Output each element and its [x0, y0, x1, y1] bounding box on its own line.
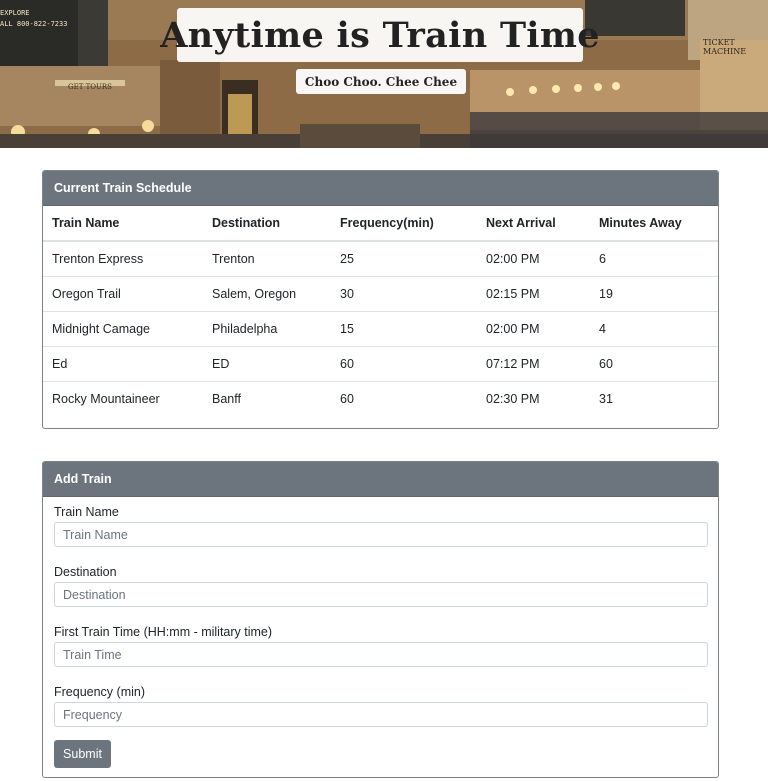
first-train-time-label: First Train Time (HH:mm - military time) — [54, 625, 273, 639]
train-name-input[interactable] — [54, 522, 708, 547]
add-train-form: Train Name Destination First Train Time … — [43, 502, 718, 727]
cell-train-name: Ed — [43, 345, 203, 381]
cell-frequency: 25 — [331, 240, 477, 276]
cell-destination: Philadelpha — [203, 310, 331, 346]
column-header-next-arrival: Next Arrival — [477, 206, 590, 242]
submit-button[interactable]: Submit — [54, 740, 111, 768]
cell-destination: Banff — [203, 380, 331, 416]
column-header-train-name: Train Name — [43, 206, 203, 242]
subtitle-box: Choo Choo. Chee Chee — [296, 69, 466, 94]
cell-train-name: Midnight Camage — [43, 310, 203, 346]
cell-minutes-away: 19 — [590, 275, 718, 311]
frequency-input[interactable] — [54, 702, 708, 727]
cell-frequency: 15 — [331, 310, 477, 346]
cell-next-arrival: 02:30 PM — [477, 380, 590, 416]
cell-next-arrival: 02:00 PM — [477, 310, 590, 346]
title-box: Anytime is Train Time — [160, 8, 599, 62]
cell-next-arrival: 07:12 PM — [477, 345, 590, 381]
column-header-frequency: Frequency(min) — [331, 206, 477, 242]
table-row: Midnight Camage Philadelpha 15 02:00 PM … — [43, 310, 718, 346]
destination-label: Destination — [54, 565, 117, 579]
cell-minutes-away: 60 — [590, 345, 718, 381]
add-train-card-header: Add Train — [43, 462, 718, 497]
gate-sign: GET TOURS — [68, 83, 112, 91]
cell-destination: ED — [203, 345, 331, 381]
schedule-table: Train Name Destination Frequency(min) Ne… — [43, 206, 718, 416]
destination-input[interactable] — [54, 582, 708, 607]
cell-train-name: Trenton Express — [43, 240, 203, 276]
table-row: Oregon Trail Salem, Oregon 30 02:15 PM 1… — [43, 275, 718, 311]
hero-banner: EXPLORE ALL 800-822-7233 GET TOURS TICKE… — [0, 0, 768, 148]
cell-minutes-away: 4 — [590, 310, 718, 346]
cell-minutes-away: 31 — [590, 380, 718, 416]
table-row: Ed ED 60 07:12 PM 60 — [43, 345, 718, 381]
column-header-destination: Destination — [203, 206, 331, 242]
schedule-card-header: Current Train Schedule — [43, 171, 718, 206]
page-title: Anytime is Train Time — [160, 14, 600, 56]
cell-train-name: Rocky Mountaineer — [43, 380, 203, 416]
departure-board-text: EXPLORE ALL 800-822-7233 — [0, 9, 68, 28]
table-row: Trenton Express Trenton 25 02:00 PM 6 — [43, 240, 718, 276]
table-header-row: Train Name Destination Frequency(min) Ne… — [43, 206, 718, 242]
train-time-input[interactable] — [54, 642, 708, 667]
cell-frequency: 60 — [331, 380, 477, 416]
cell-train-name: Oregon Trail — [43, 275, 203, 311]
cell-next-arrival: 02:15 PM — [477, 275, 590, 311]
ticket-machine-sign: TICKET MACHINE — [703, 38, 747, 56]
table-row: Rocky Mountaineer Banff 60 02:30 PM 31 — [43, 380, 718, 416]
page-subtitle: Choo Choo. Chee Chee — [304, 74, 458, 89]
schedule-card: Current Train Schedule Train Name Destin… — [42, 170, 719, 429]
column-header-minutes-away: Minutes Away — [590, 206, 718, 242]
cell-minutes-away: 6 — [590, 240, 718, 276]
add-train-card: Add Train Train Name Destination First T… — [42, 461, 719, 778]
cell-destination: Salem, Oregon — [203, 275, 331, 311]
cell-destination: Trenton — [203, 240, 331, 276]
cell-next-arrival: 02:00 PM — [477, 240, 590, 276]
frequency-label: Frequency (min) — [54, 685, 145, 699]
train-name-label: Train Name — [54, 505, 119, 519]
cell-frequency: 30 — [331, 275, 477, 311]
cell-frequency: 60 — [331, 345, 477, 381]
